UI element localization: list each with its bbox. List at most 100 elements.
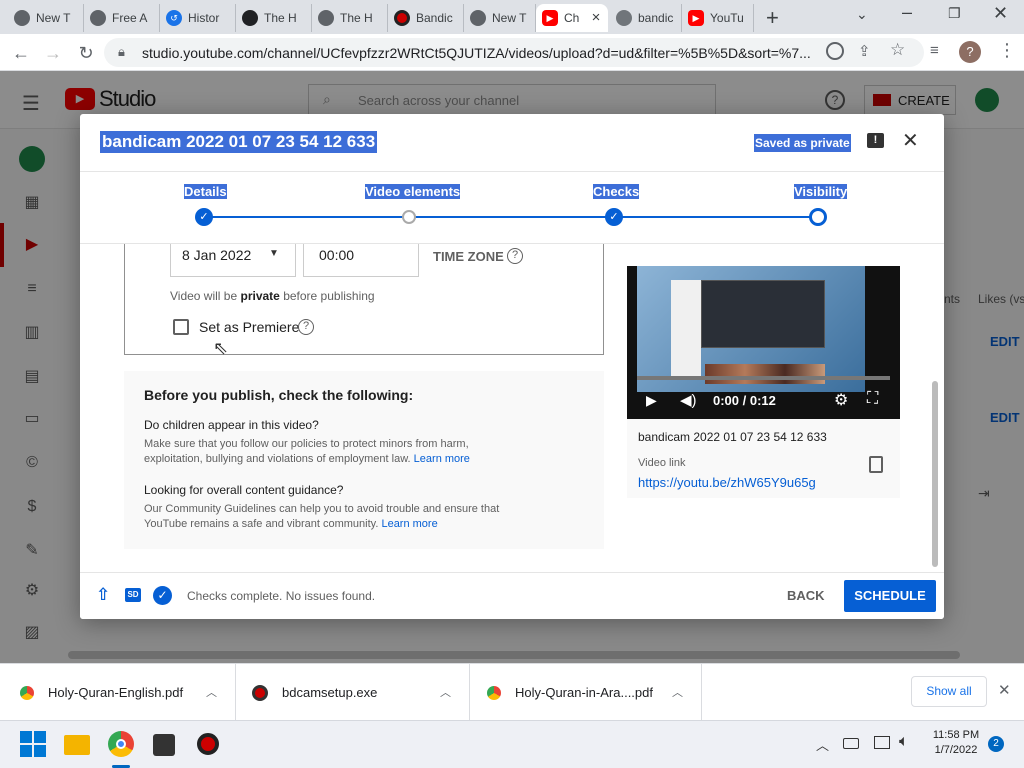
step-visibility-dot[interactable] <box>809 208 827 226</box>
share-icon[interactable]: ⇪ <box>858 42 871 60</box>
windows-taskbar: ︿ 🔈︎ 11:58 PM 1/7/2022 2 <box>0 720 1024 768</box>
chevron-up-icon[interactable]: ︿ <box>440 684 451 700</box>
bandicam-taskbar-icon[interactable] <box>197 733 219 755</box>
learn-more-link[interactable]: Learn more <box>414 453 470 465</box>
download-item[interactable]: Holy-Quran-English.pdf ︿ <box>0 664 236 721</box>
network-icon[interactable] <box>874 736 890 749</box>
download-bar: Holy-Quran-English.pdf ︿ bdcamsetup.exe … <box>0 663 1024 721</box>
volume-tray-icon[interactable]: 🔈︎ <box>899 733 909 751</box>
lock-icon: 🔒︎ <box>118 44 125 59</box>
browser-tab[interactable]: New T <box>8 4 84 32</box>
browser-tab[interactable]: The H <box>312 4 388 32</box>
video-player[interactable]: ▶ ◀) 0:00 / 0:12 ⚙ ⛶ <box>627 266 900 419</box>
video-settings-icon[interactable]: ⚙ <box>834 390 848 410</box>
reload-icon[interactable]: ↻ <box>75 42 97 64</box>
close-tab-icon[interactable]: × <box>588 9 604 26</box>
close-download-bar-icon[interactable]: ✕ <box>998 681 1011 699</box>
time-input[interactable]: 00:00 <box>303 244 419 277</box>
tab-label: Histor <box>188 11 220 25</box>
show-hidden-icons-icon[interactable]: ︿ <box>816 735 829 754</box>
keyboard-icon[interactable] <box>843 738 859 749</box>
minimize-icon[interactable]: – <box>902 2 912 23</box>
reading-list-icon[interactable]: ≡ <box>930 42 939 59</box>
copy-link-icon[interactable] <box>869 456 883 473</box>
volume-icon[interactable]: ◀) <box>680 391 697 409</box>
step-video-elements-label[interactable]: Video elements <box>365 184 461 199</box>
learn-more-link[interactable]: Learn more <box>381 518 437 530</box>
bookmark-star-icon[interactable]: ☆ <box>890 40 905 60</box>
chevron-up-icon[interactable]: ︿ <box>672 684 683 700</box>
note-text: before publishing <box>279 289 375 303</box>
bandicam-icon <box>252 684 268 701</box>
file-explorer-icon[interactable] <box>64 735 90 755</box>
youtube-icon: ▶ <box>542 10 558 26</box>
video-preview-card: ▶ ◀) 0:00 / 0:12 ⚙ ⛶ bandicam 2022 01 07… <box>627 266 900 498</box>
url-bar[interactable]: 🔒︎ studio.youtube.com/channel/UCfevpfzzr… <box>104 38 924 67</box>
tab-label: YouTu <box>710 11 744 25</box>
premiere-help-icon[interactable]: ? <box>298 319 314 335</box>
timezone-help-icon[interactable]: ? <box>507 248 523 264</box>
browser-tab-active[interactable]: ▶ Ch × <box>536 4 608 32</box>
clock[interactable]: 11:58 PM 1/7/2022 <box>928 729 984 756</box>
chrome-icon <box>90 10 106 26</box>
tab-label: New T <box>36 11 71 25</box>
video-progress-bar[interactable] <box>637 376 890 380</box>
forward-icon[interactable]: → <box>42 42 64 64</box>
browser-tab[interactable]: ▶ YouTu <box>682 4 754 32</box>
download-filename: Holy-Quran-in-Ara....pdf <box>515 685 653 700</box>
schedule-button[interactable]: SCHEDULE <box>844 580 936 612</box>
step-details-check-icon[interactable]: ✓ <box>195 208 213 226</box>
dialog-scrollbar[interactable] <box>932 381 938 567</box>
zoom-icon[interactable] <box>826 42 844 60</box>
browser-tab[interactable]: Free A <box>84 4 160 32</box>
step-checks-label[interactable]: Checks <box>593 184 640 199</box>
step-checks-check-icon[interactable]: ✓ <box>605 208 623 226</box>
tab-label: Ch <box>564 11 580 25</box>
browser-tab[interactable]: bandic <box>610 4 682 32</box>
chrome-icon <box>14 10 30 26</box>
step-details-label[interactable]: Details <box>184 184 227 199</box>
menu-dots-icon[interactable]: ⋮ <box>998 40 1016 61</box>
fullscreen-icon[interactable]: ⛶ <box>867 390 878 408</box>
play-icon[interactable]: ▶ <box>646 392 657 409</box>
checklist-item-body-line2: exploitation, bullying and violations of… <box>144 453 470 465</box>
browser-tab[interactable]: ↺ Histor <box>160 4 236 32</box>
profile-avatar[interactable]: ? <box>959 41 981 63</box>
globe-icon <box>616 10 632 26</box>
video-link-url[interactable]: https://youtu.be/zhW65Y9u65g <box>638 475 816 490</box>
checklist-item-title: Looking for overall content guidance? <box>144 483 344 497</box>
saved-status: Saved as private <box>754 134 851 152</box>
browser-tab[interactable]: The H <box>236 4 312 32</box>
browser-tab[interactable]: Bandic <box>388 4 464 32</box>
checklist-item-body: Make sure that you follow our policies t… <box>144 438 469 450</box>
tab-label: The H <box>340 11 373 25</box>
premiere-label[interactable]: Set as Premiere <box>199 319 299 335</box>
dialog-footer: ⇧ SD ✓ Checks complete. No issues found.… <box>80 572 944 619</box>
chrome-icon <box>20 685 34 700</box>
restore-icon[interactable]: ❐ <box>948 5 961 22</box>
close-window-icon[interactable]: ✕ <box>993 3 1008 24</box>
checklist-item-body: Our Community Guidelines can help you to… <box>144 503 500 515</box>
close-dialog-icon[interactable]: ✕ <box>902 128 919 153</box>
windows-start-icon[interactable] <box>20 731 46 757</box>
back-icon[interactable]: ← <box>10 42 32 64</box>
download-item[interactable]: Holy-Quran-in-Ara....pdf ︿ <box>470 664 702 721</box>
chevron-up-icon[interactable]: ︿ <box>206 684 217 700</box>
feedback-flag-icon[interactable]: ! <box>867 133 884 148</box>
new-tab-icon[interactable]: + <box>766 5 779 31</box>
store-icon[interactable] <box>153 734 175 756</box>
notification-badge[interactable]: 2 <box>988 736 1004 752</box>
browser-tab[interactable]: New T <box>464 4 536 32</box>
tab-label: Bandic <box>416 11 453 25</box>
step-visibility-label[interactable]: Visibility <box>794 184 848 199</box>
tab-search-icon[interactable]: ⌄ <box>856 6 868 23</box>
date-dropdown[interactable]: 8 Jan 2022 ▼ <box>170 244 296 277</box>
download-item[interactable]: bdcamsetup.exe ︿ <box>236 664 470 721</box>
step-video-elements-dot[interactable] <box>402 210 416 224</box>
upload-dialog: bandicam 2022 01 07 23 54 12 633 Saved a… <box>80 114 944 619</box>
show-all-downloads-button[interactable]: Show all <box>911 676 987 707</box>
history-icon: ↺ <box>166 10 182 26</box>
premiere-checkbox[interactable] <box>173 319 189 335</box>
chrome-taskbar-icon[interactable] <box>108 731 134 757</box>
back-button[interactable]: BACK <box>787 588 825 603</box>
